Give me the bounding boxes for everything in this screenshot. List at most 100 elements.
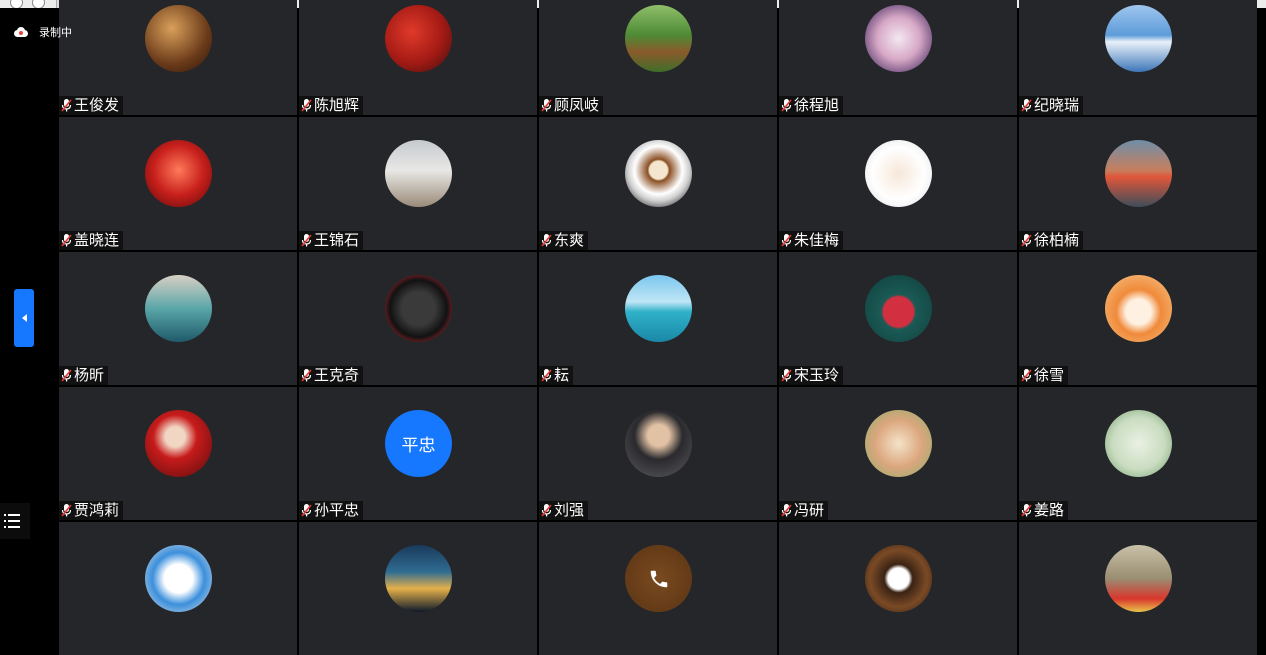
participant-tile[interactable] xyxy=(1019,522,1257,655)
avatar xyxy=(625,5,692,72)
participant-tile[interactable] xyxy=(299,522,537,655)
avatar xyxy=(1105,275,1172,342)
participant-name: 刘强 xyxy=(554,501,585,519)
avatar xyxy=(865,5,932,72)
avatar xyxy=(145,275,212,342)
muted-mic-icon xyxy=(1021,99,1032,112)
participant-name: 王俊发 xyxy=(74,96,120,114)
avatar xyxy=(865,140,932,207)
participant-name-tag: 纪晓瑞 xyxy=(1019,96,1084,115)
participant-tile[interactable]: 耘 xyxy=(539,252,777,385)
avatar xyxy=(625,545,692,612)
avatar xyxy=(625,410,692,477)
participant-tile[interactable]: 冯研 xyxy=(779,387,1017,520)
participant-name: 陈旭辉 xyxy=(314,96,360,114)
participant-name-tag: 王克奇 xyxy=(299,366,364,385)
participant-tile[interactable]: 陈旭辉 xyxy=(299,0,537,115)
participant-tile[interactable] xyxy=(59,522,297,655)
collapse-arrow-icon[interactable] xyxy=(14,289,34,347)
participant-name-tag: 朱佳梅 xyxy=(779,231,844,250)
participant-name-tag: 冯研 xyxy=(779,501,829,520)
participant-name: 宋玉玲 xyxy=(794,366,840,384)
avatar xyxy=(385,545,452,612)
avatar xyxy=(1105,140,1172,207)
avatar xyxy=(145,545,212,612)
participant-tile[interactable]: 纪晓瑞 xyxy=(1019,0,1257,115)
participant-name-tag: 顾凤岐 xyxy=(539,96,604,115)
participant-tile[interactable] xyxy=(539,522,777,655)
participant-name-tag: 孙平忠 xyxy=(299,501,364,520)
muted-mic-icon xyxy=(1021,504,1032,517)
avatar: 平忠 xyxy=(385,410,452,477)
participant-name: 徐雪 xyxy=(1034,366,1065,384)
participant-tile[interactable]: 徐雪 xyxy=(1019,252,1257,385)
muted-mic-icon xyxy=(61,504,72,517)
recording-indicator: 录制中 xyxy=(14,24,72,40)
participant-name-tag: 东爽 xyxy=(539,231,589,250)
participant-name: 贾鸿莉 xyxy=(74,501,120,519)
avatar xyxy=(385,140,452,207)
participant-tile[interactable]: 东爽 xyxy=(539,117,777,250)
participant-name: 顾凤岐 xyxy=(554,96,600,114)
participant-tile[interactable]: 刘强 xyxy=(539,387,777,520)
participant-name: 姜路 xyxy=(1034,501,1065,519)
right-edge xyxy=(1256,8,1266,610)
muted-mic-icon xyxy=(301,369,312,382)
participant-name-tag: 王锦石 xyxy=(299,231,364,250)
muted-mic-icon xyxy=(781,369,792,382)
participant-tile[interactable]: 王锦石 xyxy=(299,117,537,250)
participant-name: 纪晓瑞 xyxy=(1034,96,1080,114)
avatar xyxy=(145,410,212,477)
muted-mic-icon xyxy=(61,99,72,112)
participant-tile[interactable]: 宋玉玲 xyxy=(779,252,1017,385)
participant-name-tag: 陈旭辉 xyxy=(299,96,364,115)
participant-name: 孙平忠 xyxy=(314,501,360,519)
recording-label: 录制中 xyxy=(39,26,72,39)
muted-mic-icon xyxy=(541,234,552,247)
cloud-record-icon xyxy=(14,27,28,37)
muted-mic-icon xyxy=(301,99,312,112)
participant-tile[interactable]: 朱佳梅 xyxy=(779,117,1017,250)
participant-tile[interactable]: 盖晓连 xyxy=(59,117,297,250)
muted-mic-icon xyxy=(541,369,552,382)
participant-name: 王克奇 xyxy=(314,366,360,384)
avatar xyxy=(625,275,692,342)
participant-name: 盖晓连 xyxy=(74,231,120,249)
participant-name-tag: 宋玉玲 xyxy=(779,366,844,385)
participant-tile[interactable] xyxy=(779,522,1017,655)
avatar-initials: 平忠 xyxy=(401,436,436,456)
participant-tile[interactable]: 顾凤岐 xyxy=(539,0,777,115)
participant-list-icon[interactable] xyxy=(0,503,30,539)
participant-tile[interactable]: 徐程旭 xyxy=(779,0,1017,115)
avatar xyxy=(145,140,212,207)
participant-tile[interactable]: 王俊发 xyxy=(59,0,297,115)
avatar xyxy=(385,275,452,342)
avatar xyxy=(865,410,932,477)
avatar xyxy=(385,5,452,72)
muted-mic-icon xyxy=(1021,369,1032,382)
phone-icon xyxy=(650,570,667,587)
participant-name: 徐柏楠 xyxy=(1034,231,1080,249)
participant-name: 耘 xyxy=(554,366,570,384)
participant-tile[interactable]: 王克奇 xyxy=(299,252,537,385)
participant-tile[interactable]: 姜路 xyxy=(1019,387,1257,520)
participant-name-tag: 盖晓连 xyxy=(59,231,124,250)
participant-tile[interactable]: 徐柏楠 xyxy=(1019,117,1257,250)
participant-tile[interactable]: 贾鸿莉 xyxy=(59,387,297,520)
participant-tile[interactable]: 平忠孙平忠 xyxy=(299,387,537,520)
muted-mic-icon xyxy=(61,369,72,382)
participant-name-tag: 姜路 xyxy=(1019,501,1069,520)
participant-name: 东爽 xyxy=(554,231,585,249)
participant-name-tag: 刘强 xyxy=(539,501,589,520)
participant-name: 杨昕 xyxy=(74,366,105,384)
muted-mic-icon xyxy=(301,504,312,517)
muted-mic-icon xyxy=(301,234,312,247)
participant-name: 王锦石 xyxy=(314,231,360,249)
participant-name-tag: 王俊发 xyxy=(59,96,124,115)
avatar xyxy=(865,275,932,342)
participant-tile[interactable]: 杨昕 xyxy=(59,252,297,385)
avatar xyxy=(625,140,692,207)
avatar xyxy=(865,545,932,612)
avatar xyxy=(1105,545,1172,612)
muted-mic-icon xyxy=(1021,234,1032,247)
